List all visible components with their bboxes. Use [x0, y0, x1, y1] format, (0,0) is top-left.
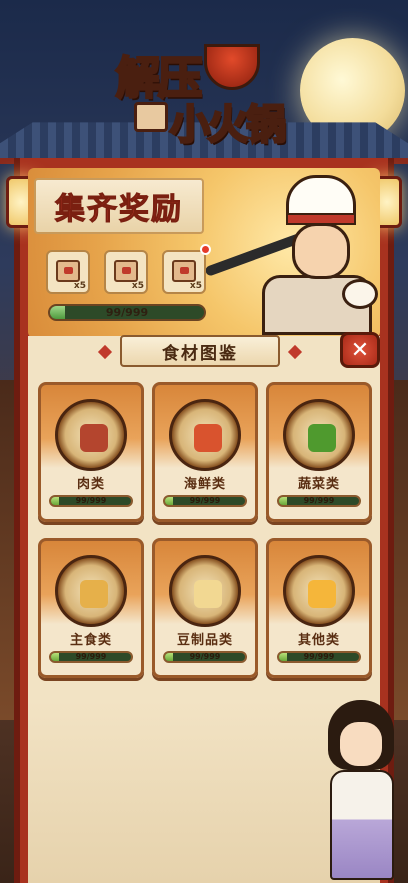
plate-icon — [283, 555, 355, 627]
logo-text-line2: 小火锅 — [169, 100, 288, 150]
plate-icon — [55, 399, 127, 471]
category-progress-text: 99/999 — [189, 652, 221, 661]
gift-box-icon — [56, 260, 80, 282]
gift-box-icon — [114, 260, 138, 282]
category-progress-text: 99/999 — [303, 652, 335, 661]
girl-face — [338, 720, 384, 768]
chef-character — [204, 175, 382, 335]
category-label: 豆制品类 — [176, 633, 233, 648]
gift-box-icon — [134, 102, 168, 132]
girl-dress — [330, 770, 394, 880]
close-button[interactable]: ✕ — [340, 332, 380, 368]
category-label: 肉类 — [76, 477, 105, 492]
collect-rewards-title: 集齐奖励 — [34, 178, 204, 234]
category-progress-text: 99/999 — [75, 496, 107, 505]
reward-item[interactable]: x5 — [162, 250, 206, 294]
tofu-icon — [194, 580, 222, 608]
seafood-icon — [194, 424, 222, 452]
chef-hat-band — [286, 213, 356, 225]
girl-character — [318, 700, 408, 883]
plate-icon — [55, 555, 127, 627]
steamed-bun-icon — [342, 279, 378, 309]
right-side-scenery — [394, 380, 408, 720]
chef-face — [292, 223, 350, 279]
category-card[interactable]: 主食类 99/999 — [38, 538, 144, 678]
misc-food-icon — [308, 580, 336, 608]
reward-item[interactable]: x5 — [46, 250, 90, 294]
plate-icon — [283, 399, 355, 471]
category-progress-text: 99/999 — [75, 652, 107, 661]
reward-progress-text: 99/999 — [105, 306, 149, 319]
gift-box-icon — [172, 260, 196, 282]
category-progress-text: 99/999 — [189, 496, 221, 505]
category-card[interactable]: 海鲜类 99/999 — [152, 382, 258, 522]
plate-icon — [169, 399, 241, 471]
vegetable-icon — [308, 424, 336, 452]
category-card[interactable]: 豆制品类 99/999 — [152, 538, 258, 678]
plate-icon — [169, 555, 241, 627]
category-label: 其他类 — [297, 633, 340, 648]
left-side-scenery — [0, 380, 14, 720]
category-progress-text: 99/999 — [303, 496, 335, 505]
category-card[interactable]: 蔬菜类 99/999 — [266, 382, 372, 522]
reward-item[interactable]: x5 — [104, 250, 148, 294]
meat-icon — [80, 424, 108, 452]
reward-quantity: x5 — [131, 281, 144, 291]
game-logo: 解压 小火锅 — [108, 40, 308, 150]
reward-quantity: x5 — [73, 281, 86, 291]
category-label: 蔬菜类 — [297, 477, 340, 492]
hotpot-icon — [204, 44, 260, 90]
category-card[interactable]: 其他类 99/999 — [266, 538, 372, 678]
notification-dot — [200, 244, 211, 255]
staple-food-icon — [80, 580, 108, 608]
category-label: 主食类 — [69, 633, 112, 648]
category-card[interactable]: 肉类 99/999 — [38, 382, 144, 522]
reward-quantity: x5 — [189, 281, 202, 291]
ingredient-catalog-title: 食材图鉴 — [120, 335, 280, 367]
category-label: 海鲜类 — [183, 477, 226, 492]
